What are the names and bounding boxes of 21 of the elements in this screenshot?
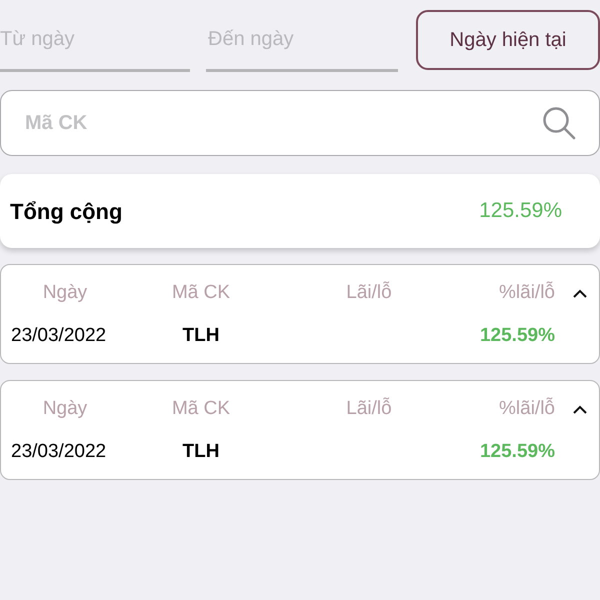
total-label: Tổng cộng	[10, 198, 124, 226]
column-header: %lãi/lỗ	[498, 280, 555, 305]
total-value: 125.59%	[478, 198, 562, 224]
search-field[interactable]: Mã CK	[0, 90, 600, 156]
column-header: Lãi/lỗ	[345, 280, 393, 305]
date-cell-text: 23/03/2022	[10, 324, 108, 348]
column-header: Mã CK	[170, 280, 232, 305]
column-header: Ngày	[42, 280, 88, 305]
column-header: %lãi/lỗ	[498, 396, 555, 421]
column-header: Mã CK	[170, 396, 232, 421]
percent-cell-text: 125.59%	[478, 324, 555, 348]
column-header: Ngày	[42, 396, 88, 421]
symbol-cell-text: TLH	[182, 324, 220, 348]
column-header: Lãi/lỗ	[345, 396, 393, 421]
percent-cell-text: 125.59%	[478, 440, 555, 464]
date-cell-text: 23/03/2022	[10, 440, 108, 464]
chevron-up-icon	[573, 288, 587, 298]
chevron-up-icon	[573, 404, 587, 414]
symbol-cell-text: TLH	[182, 440, 220, 464]
search-icon	[542, 106, 576, 140]
today-button[interactable]: Ngày hiện tại	[416, 10, 600, 70]
